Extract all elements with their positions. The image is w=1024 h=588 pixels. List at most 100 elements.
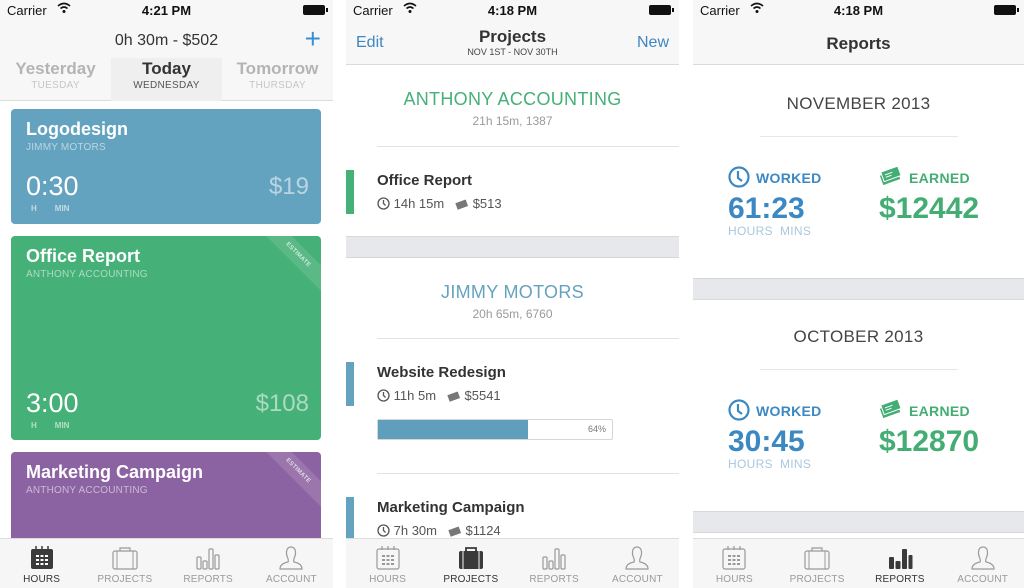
tab-reports[interactable]: REPORTS	[513, 539, 596, 588]
status-time: 4:18 PM	[833, 3, 884, 18]
client-name: ANTHONY ACCOUNTING	[403, 89, 622, 109]
calendar-icon	[376, 546, 400, 570]
card-client: ANTHONY ACCOUNTING	[26, 269, 148, 280]
divider	[377, 338, 679, 339]
card-amount: $108	[255, 390, 309, 417]
reports-navbar: Carrier 4:18 PM Reports	[693, 0, 1024, 65]
briefcase-icon	[458, 547, 483, 569]
divider	[377, 146, 679, 147]
card-title: Office Report	[26, 246, 141, 266]
tab-label: REPORTS	[875, 574, 925, 585]
page-title: Reports	[826, 34, 891, 53]
time-entry-card[interactable]: ESTIMATE Office Report ANTHONY ACCOUNTIN…	[11, 236, 321, 440]
day-label: Yesterday	[15, 59, 96, 78]
tab-hours[interactable]: HOURS	[0, 539, 83, 588]
tab-hours[interactable]: HOURS	[346, 539, 429, 588]
user-icon	[625, 546, 649, 570]
tab-label: ACCOUNT	[611, 574, 663, 585]
day-summary: 0h 30m - $502	[114, 32, 219, 49]
calendar-icon	[30, 546, 53, 569]
weekday-label: TUESDAY	[31, 80, 80, 91]
status-time: 4:18 PM	[487, 3, 538, 18]
tab-hours[interactable]: HOURS	[693, 539, 776, 588]
progress-label: 64%	[587, 424, 606, 434]
clock-icon	[728, 166, 750, 188]
progress-fill	[378, 420, 528, 439]
client-stats: 20h 65m, 6760	[472, 307, 553, 321]
worked-stat: WORKED 30:45 HOURS MINS	[728, 399, 822, 471]
reports-screen: Carrier 4:18 PM Reports NOVEMBER 2013 WO…	[693, 0, 1024, 588]
worked-units: HOURS MINS	[728, 457, 812, 471]
status-time: 4:21 PM	[141, 3, 192, 18]
project-meta: 14h 15m $513	[377, 196, 502, 211]
money-icon	[455, 199, 469, 210]
tab-label: HOURS	[369, 574, 407, 585]
tab-account[interactable]: ACCOUNT	[941, 539, 1024, 588]
client-name: JIMMY MOTORS	[441, 282, 584, 302]
tab-label: PROJECTS	[97, 574, 153, 585]
card-client: JIMMY MOTORS	[26, 142, 106, 153]
worked-stat: WORKED 61:23 HOURS MINS	[728, 166, 822, 238]
projects-navbar: Carrier 4:18 PM Edit Projects NOV 1ST - …	[346, 0, 679, 65]
duration-units: H MIN	[31, 204, 70, 213]
time-entry-card[interactable]: ESTIMATE Marketing Campaign ANTHONY ACCO…	[11, 452, 321, 552]
tab-projects[interactable]: PROJECTS	[83, 539, 166, 588]
status-bar: Carrier 4:18 PM	[693, 0, 1024, 20]
tab-label: REPORTS	[529, 574, 579, 585]
tab-projects[interactable]: PROJECTS	[776, 539, 859, 588]
project-color-bar	[346, 497, 354, 541]
divider	[760, 136, 958, 137]
project-row[interactable]: Office Report 14h 15m $513	[346, 168, 679, 228]
status-bar: Carrier 4:21 PM	[0, 0, 333, 20]
clock-icon	[377, 524, 390, 537]
project-row[interactable]: Website Redesign 11h 5m $5541 64%	[346, 360, 679, 470]
worked-units: HOURS MINS	[728, 224, 812, 238]
project-meta: 11h 5m $5541	[377, 388, 501, 403]
projects-screen: Carrier 4:18 PM Edit Projects NOV 1ST - …	[346, 0, 679, 588]
estimate-ribbon: ESTIMATE	[259, 452, 321, 510]
tab-today[interactable]: Today WEDNESDAY	[111, 58, 222, 101]
tab-account[interactable]: ACCOUNT	[596, 539, 679, 588]
worked-value: 61:23	[728, 192, 805, 225]
month-label: OCTOBER 2013	[793, 327, 924, 346]
tab-bar: HOURS PROJECTS REPORTS ACCOUNT	[0, 538, 333, 588]
user-icon	[279, 546, 303, 570]
estimate-ribbon: ESTIMATE	[259, 236, 321, 294]
tab-label: HOURS	[23, 574, 61, 585]
date-range: NOV 1ST - NOV 30TH	[467, 47, 558, 57]
section-gap	[693, 511, 1024, 533]
money-icon	[879, 399, 902, 419]
earned-value: $12870	[879, 425, 980, 458]
client-header[interactable]: ANTHONY ACCOUNTING 21h 15m, 1387	[346, 89, 679, 128]
bar-chart-icon	[542, 548, 566, 570]
earned-value: $12442	[879, 192, 980, 225]
section-gap	[693, 278, 1024, 300]
tab-reports[interactable]: REPORTS	[859, 539, 942, 588]
tab-projects[interactable]: PROJECTS	[429, 539, 512, 588]
battery-icon	[303, 5, 328, 15]
tab-tomorrow[interactable]: Tomorrow THURSDAY	[222, 58, 333, 101]
battery-icon	[649, 5, 674, 15]
earned-stat: EARNED $12870	[879, 399, 979, 459]
hours-screen: Carrier 4:21 PM 0h 30m - $502 + Yesterda…	[0, 0, 333, 588]
card-amount: $19	[268, 173, 309, 200]
month-report: NOVEMBER 2013 WORKED 61:23 HOURS MINS EAR…	[693, 66, 1024, 278]
bar-chart-icon	[196, 548, 220, 570]
tab-yesterday[interactable]: Yesterday TUESDAY	[0, 58, 111, 101]
money-icon	[448, 526, 461, 537]
project-name: Office Report	[377, 172, 473, 189]
tab-account[interactable]: ACCOUNT	[250, 539, 333, 588]
tab-reports[interactable]: REPORTS	[167, 539, 250, 588]
duration-units: H MIN	[31, 421, 70, 430]
earned-stat: EARNED $12442	[879, 166, 979, 226]
client-header[interactable]: JIMMY MOTORS 20h 65m, 6760	[346, 282, 679, 321]
month-label: NOVEMBER 2013	[786, 94, 931, 113]
project-progress-bar: 64%	[377, 419, 613, 440]
project-color-bar	[346, 362, 354, 406]
day-label: Today	[142, 59, 191, 78]
card-title: Marketing Campaign	[26, 462, 204, 482]
new-button[interactable]: New	[637, 34, 669, 52]
time-entry-card[interactable]: Logodesign JIMMY MOTORS 0:30 H MIN $19	[11, 109, 321, 224]
add-entry-button[interactable]: +	[305, 25, 321, 53]
calendar-icon	[722, 546, 746, 570]
